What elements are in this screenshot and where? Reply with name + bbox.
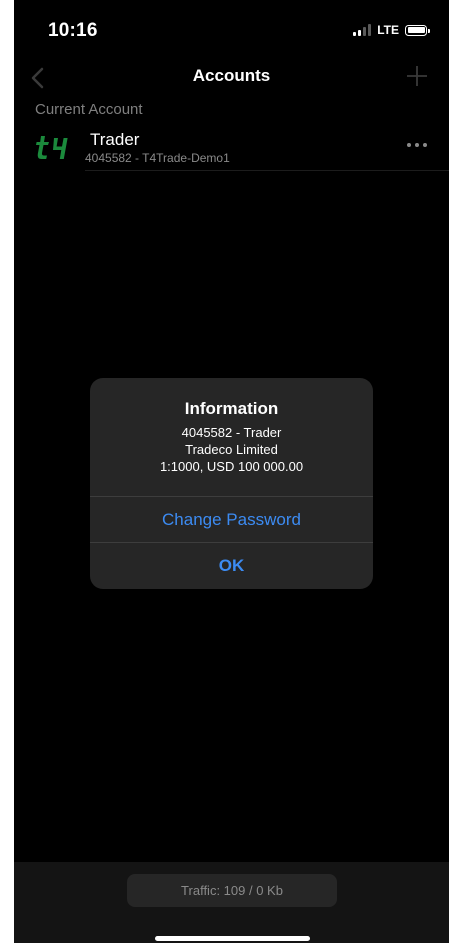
- traffic-indicator: Traffic: 109 / 0 Kb: [127, 874, 337, 907]
- page-title: Accounts: [192, 66, 271, 85]
- status-bar: 10:16 LTE: [14, 0, 449, 58]
- battery-icon: [405, 24, 430, 36]
- t4-logo-icon: [36, 136, 68, 159]
- change-password-button[interactable]: Change Password: [90, 510, 373, 530]
- dialog-divider: [90, 496, 373, 497]
- status-time: 10:16: [48, 20, 98, 41]
- dialog-company-line: Tradeco Limited: [185, 442, 278, 457]
- nav-bar: Accounts: [14, 58, 449, 98]
- dialog-leverage-line: 1:1000, USD 100 000.00: [159, 459, 304, 474]
- bottom-bar: Traffic: 109 / 0 Kb: [14, 862, 449, 943]
- account-name: Trader: [90, 130, 140, 149]
- phone-screen: 10:16 LTE Accounts Current Account Trade…: [14, 0, 449, 943]
- more-options-icon[interactable]: [407, 143, 427, 147]
- dialog-divider: [90, 542, 373, 543]
- information-dialog: Information 4045582 - Trader Tradeco Lim…: [90, 378, 373, 589]
- divider: [85, 170, 449, 171]
- add-icon[interactable]: [405, 64, 429, 88]
- home-indicator[interactable]: [155, 936, 310, 941]
- section-header: Current Account: [35, 101, 143, 118]
- dialog-account-line: 4045582 - Trader: [181, 425, 282, 440]
- status-indicators: LTE: [353, 23, 430, 37]
- account-detail: 4045582 - T4Trade-Demo1: [85, 151, 230, 165]
- account-row[interactable]: Trader 4045582 - T4Trade-Demo1: [14, 124, 449, 170]
- ok-button[interactable]: OK: [90, 556, 373, 576]
- signal-icon: [353, 24, 372, 36]
- dialog-title: Information: [184, 399, 279, 418]
- network-label: LTE: [377, 23, 399, 37]
